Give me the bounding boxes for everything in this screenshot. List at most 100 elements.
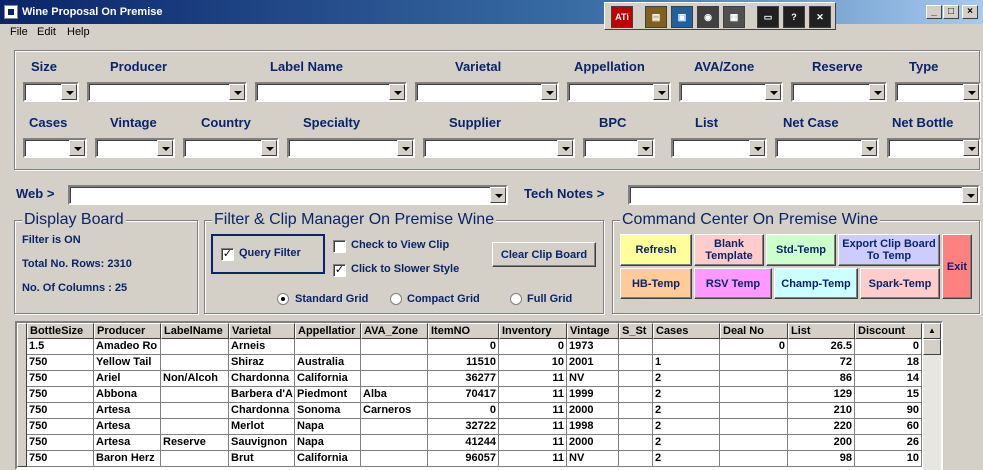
column-header[interactable]: Vintage [567,323,619,339]
column-header[interactable]: ItemNO [428,323,499,339]
table-cell[interactable] [161,355,229,371]
table-cell[interactable] [361,451,428,467]
table-cell[interactable]: 200 [788,435,855,451]
table-cell[interactable]: 129 [788,387,855,403]
table-cell[interactable]: Arneis [229,339,295,355]
cmd-refresh-button[interactable]: Refresh [620,234,692,266]
cases-combo[interactable] [23,138,87,158]
supplier-combo[interactable] [423,138,575,158]
table-cell[interactable] [619,419,653,435]
type-combo[interactable] [895,82,981,102]
producer-combo[interactable] [87,82,247,102]
table-cell[interactable]: 60 [855,419,922,435]
clear-clip-board-button[interactable]: Clear Clip Board [492,242,596,267]
table-cell[interactable]: 1973 [567,339,619,355]
table-cell[interactable]: 2000 [567,403,619,419]
table-cell[interactable]: 750 [27,419,94,435]
table-cell[interactable] [720,387,788,403]
full-grid-radio[interactable] [510,293,522,305]
scroll-thumb[interactable] [923,339,941,355]
table-cell[interactable]: Baron Herz [94,451,161,467]
table-cell[interactable]: 750 [27,403,94,419]
table-cell[interactable]: 220 [788,419,855,435]
table-cell[interactable]: 750 [27,355,94,371]
table-cell[interactable]: 0 [499,339,567,355]
table-cell[interactable]: Sonoma [295,403,361,419]
table-cell[interactable]: Yellow Tail [94,355,161,371]
query-filter-checkbox[interactable]: ✓ [221,248,234,261]
reserve-combo[interactable] [791,82,887,102]
table-cell[interactable] [161,339,229,355]
table-cell[interactable] [361,435,428,451]
column-header[interactable]: S_St [619,323,653,339]
table-cell[interactable]: Artesa [94,419,161,435]
column-header[interactable]: BottleSize [27,323,94,339]
table-cell[interactable] [619,403,653,419]
varietal-combo[interactable] [415,82,559,102]
table-cell[interactable]: 11510 [428,355,499,371]
table-cell[interactable]: 14 [855,371,922,387]
table-cell[interactable]: 210 [788,403,855,419]
column-header[interactable]: Appellatior [295,323,361,339]
table-cell[interactable]: 1.5 [27,339,94,355]
table-cell[interactable]: Brut [229,451,295,467]
cmd-std-temp-button[interactable]: Std-Temp [766,234,836,266]
tech-notes-combo[interactable] [628,185,980,205]
standard-grid-radio[interactable] [277,293,289,305]
table-cell[interactable] [720,435,788,451]
column-header[interactable]: Producer [94,323,161,339]
scroll-up-arrow-icon[interactable]: ▲ [923,323,941,339]
cmd-rsv-temp-button[interactable]: RSV Temp [694,268,772,299]
table-cell[interactable]: Chardonna [229,403,295,419]
table-cell[interactable]: Artesa [94,435,161,451]
table-cell[interactable]: Sauvignon [229,435,295,451]
row-selector-column[interactable] [17,323,27,467]
table-cell[interactable] [720,403,788,419]
web-combo[interactable] [68,185,508,205]
close-window-button[interactable]: × [962,5,978,19]
minimize-button[interactable]: _ [926,5,942,19]
table-cell[interactable]: 18 [855,355,922,371]
table-cell[interactable]: Alba [361,387,428,403]
table-cell[interactable] [361,371,428,387]
size-combo[interactable] [23,82,79,102]
table-cell[interactable]: 11 [499,435,567,451]
table-cell[interactable]: Carneros [361,403,428,419]
table-cell[interactable]: 26 [855,435,922,451]
table-cell[interactable] [720,355,788,371]
label-name-combo[interactable] [255,82,407,102]
table-cell[interactable]: 0 [720,339,788,355]
table-cell[interactable]: 41244 [428,435,499,451]
cmd-blank-template-button[interactable]: Blank Template [694,234,764,266]
table-cell[interactable]: 90 [855,403,922,419]
table-cell[interactable]: 32722 [428,419,499,435]
column-header[interactable]: Varietal [229,323,295,339]
exit-button[interactable]: Exit [942,234,972,299]
table-cell[interactable]: 2 [653,435,720,451]
column-header[interactable]: LabelName [161,323,229,339]
cmd-spark-temp-button[interactable]: Spark-Temp [860,268,940,299]
table-cell[interactable]: 750 [27,371,94,387]
cmd-champ-temp-button[interactable]: Champ-Temp [774,268,858,299]
table-cell[interactable] [161,419,229,435]
table-cell[interactable] [619,435,653,451]
table-cell[interactable]: Australia [295,355,361,371]
table-cell[interactable]: 2 [653,371,720,387]
vintage-combo[interactable] [95,138,175,158]
net-bottle-combo[interactable] [887,138,981,158]
table-cell[interactable]: 0 [428,339,499,355]
table-cell[interactable] [653,339,720,355]
table-cell[interactable]: 11 [499,451,567,467]
table-cell[interactable]: 10 [855,451,922,467]
table-cell[interactable]: Chardonna [229,371,295,387]
table-cell[interactable] [720,371,788,387]
table-cell[interactable]: Non/Alcoh [161,371,229,387]
table-cell[interactable]: California [295,371,361,387]
table-cell[interactable] [619,387,653,403]
view-clip-checkbox[interactable] [333,240,346,253]
table-cell[interactable]: Merlot [229,419,295,435]
table-cell[interactable]: Abbona [94,387,161,403]
cmd-export-clip-board-to-temp-button[interactable]: Export Clip Board To Temp [838,234,940,266]
table-cell[interactable] [361,339,428,355]
table-cell[interactable]: 98 [788,451,855,467]
